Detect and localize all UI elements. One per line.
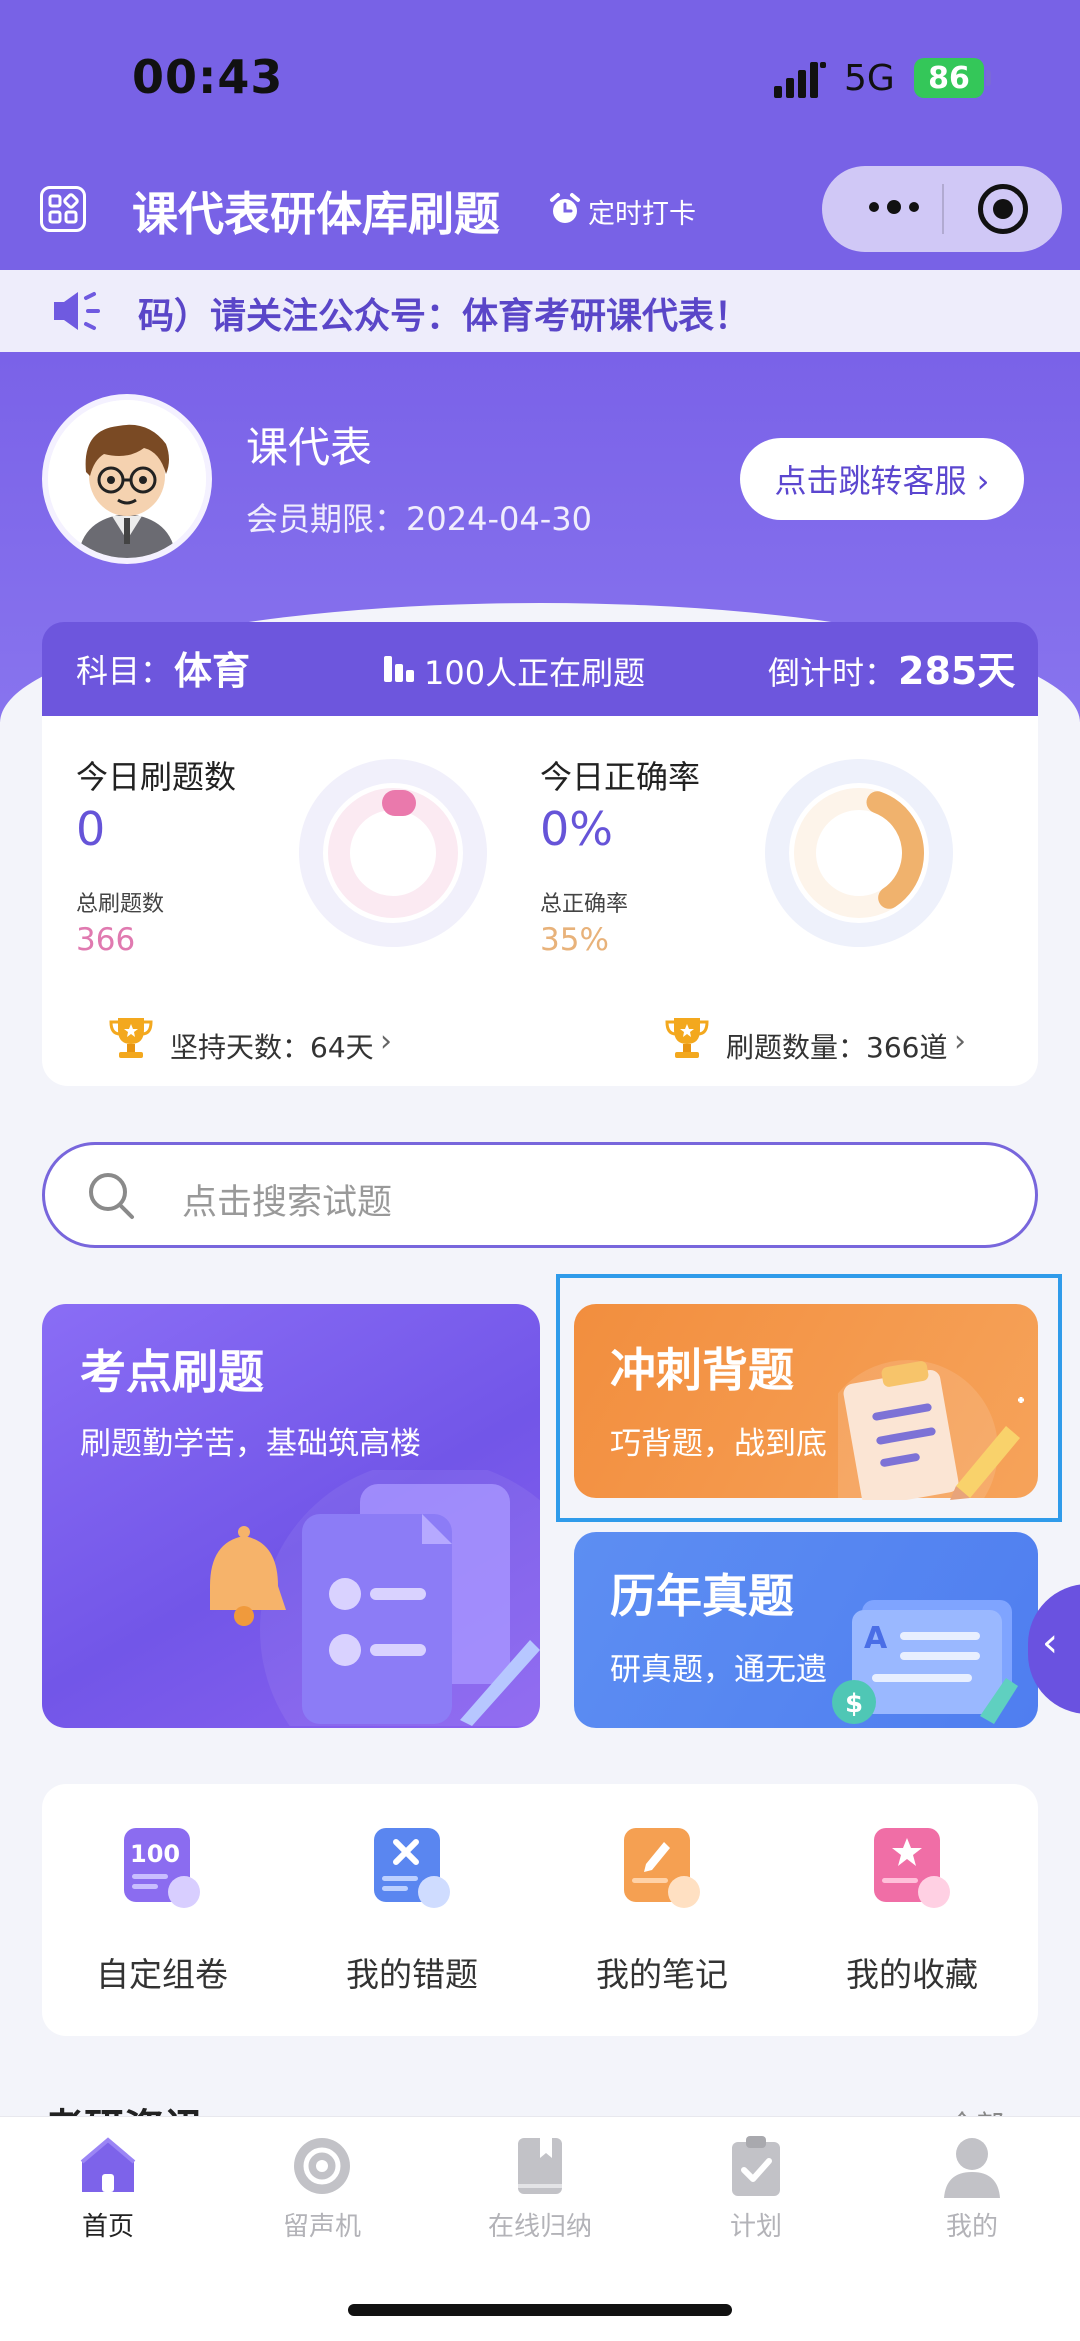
speaker-icon [54,292,100,330]
network-label: 5G [844,58,895,99]
record-player-icon[interactable] [290,2134,354,2198]
total-rate-value: 35% [540,922,609,958]
custom-paper-icon[interactable]: 100 [118,1826,204,1912]
alarm-checkin-label[interactable]: 定时打卡 [588,192,696,231]
bell-document-icon [210,1470,540,1726]
customer-service-button[interactable]: 点击跳转客服 › [740,438,1024,520]
rate-progress-ring [765,759,953,947]
tab-summary[interactable]: 在线归纳 [460,2206,620,2243]
tab-home[interactable]: 首页 [28,2206,188,2243]
wrong-questions-label[interactable]: 我的错题 [312,1948,512,1996]
page-title: 课代表研体库刷题 [132,187,500,241]
bar-chart-icon [384,656,414,682]
chevron-right-icon[interactable]: › [380,1024,392,1059]
wrong-questions-icon[interactable] [368,1826,454,1912]
avatar-cartoon-icon [48,400,206,558]
countdown-label: 倒计时： [768,654,897,692]
today-rate-title: 今日正确率 [540,758,701,796]
battery-indicator: 86 [914,58,984,98]
home-icon[interactable] [76,2134,140,2198]
chevron-right-icon[interactable]: › [954,1024,966,1059]
grid-icon [48,193,79,224]
battery-tip [986,70,991,86]
kaodian-card-subtitle: 刷题勤学苦，基础筑高楼 [80,1426,421,1462]
subject-label: 科目： [76,652,173,690]
favorites-icon[interactable] [868,1826,954,1912]
user-icon[interactable] [940,2134,1004,2198]
home-indicator [348,2304,732,2316]
svg-text:100: 100 [130,1840,180,1868]
trophy-icon [109,1018,153,1058]
favorites-label[interactable]: 我的收藏 [812,1948,1012,1996]
avatar[interactable] [42,394,212,564]
status-time: 00:43 [132,50,284,104]
notice-text: 码）请关注公众号：体育考研课代表！ [138,296,751,337]
sprint-card-highlight [556,1274,1062,1522]
svg-text:$: $ [845,1689,863,1719]
capsule-divider [942,184,944,234]
book-icon[interactable] [508,2134,572,2198]
total-rate-title: 总正确率 [540,892,629,917]
count-progress-ring [299,759,487,947]
notes-label[interactable]: 我的笔记 [562,1948,762,1996]
notes-icon[interactable] [618,1826,704,1912]
subject-value[interactable]: 体育 [174,640,250,695]
past-card-subtitle: 研真题，通无遗 [610,1652,827,1688]
custom-paper-label[interactable]: 自定组卷 [62,1948,262,1996]
scroll-document-icon: A $ [832,1600,1018,1724]
today-count-value: 0 [76,802,106,856]
more-icon[interactable] [864,192,924,222]
search-placeholder[interactable]: 点击搜索试题 [182,1174,392,1225]
total-count-title: 总刷题数 [76,892,165,917]
tab-me[interactable]: 我的 [892,2206,1052,2243]
count-progress-dot [382,790,416,816]
tab-plan[interactable]: 计划 [676,2206,836,2243]
close-target-icon[interactable] [978,184,1028,234]
kaodian-card-title: 考点刷题 [80,1345,264,1399]
username: 课代表 [246,423,373,472]
streak-days[interactable]: 坚持天数：64天 [170,1026,374,1066]
total-count-value: 366 [76,922,136,958]
chevron-left-icon[interactable]: ‹ [1042,1620,1058,1666]
home-grid-icon[interactable] [40,186,86,232]
today-count-title: 今日刷题数 [76,758,237,796]
today-rate-value: 0% [540,802,613,856]
signal-icon [774,62,826,98]
active-users: 100人正在刷题 [424,654,646,692]
countdown-value: 285天 [898,649,1016,693]
question-quantity[interactable]: 刷题数量：366道 [726,1026,947,1066]
alarm-clock-icon[interactable] [548,192,582,226]
past-card-title: 历年真题 [610,1569,794,1623]
tab-record[interactable]: 留声机 [242,2206,402,2243]
search-icon [89,1173,134,1219]
svg-text:A: A [864,1621,888,1656]
clipboard-check-icon[interactable] [724,2134,788,2198]
trophy-icon [665,1018,709,1058]
member-expiry: 会员期限：2024-04-30 [246,500,592,538]
